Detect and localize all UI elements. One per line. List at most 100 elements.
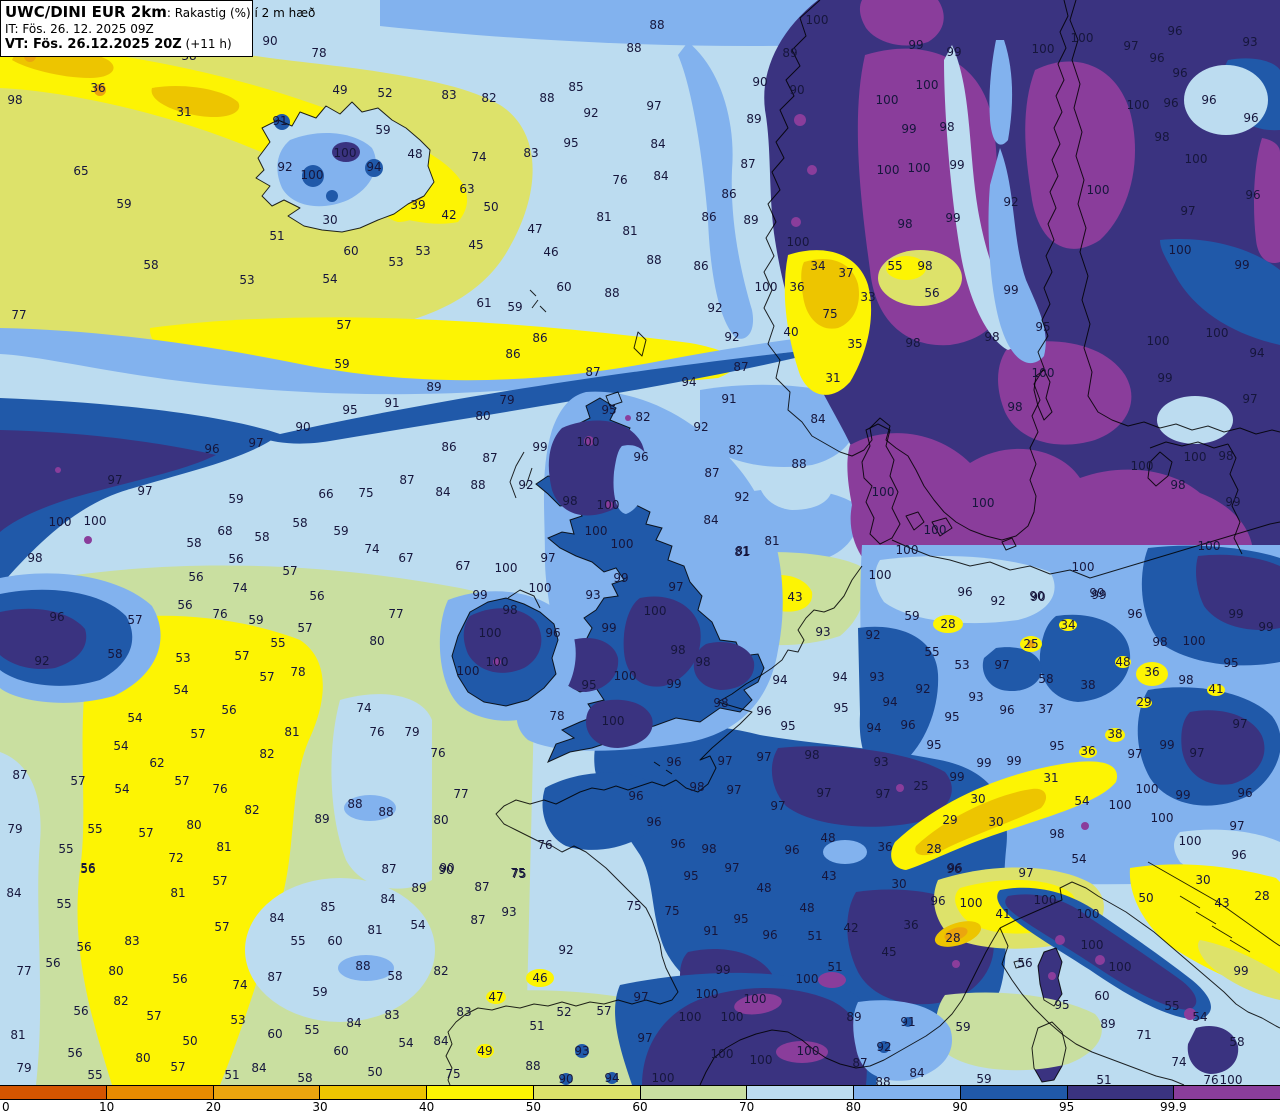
humidity-value-label: 89 [746, 112, 761, 126]
init-time: IT: Fös. 26. 12. 2025 09Z [5, 21, 154, 36]
humidity-value-label: 57 [282, 564, 297, 578]
humidity-value-label: 94 [772, 673, 787, 687]
humidity-value-label: 100 [652, 1071, 675, 1085]
humidity-value-label: 100 [877, 163, 900, 177]
humidity-value-label: 95 [780, 719, 795, 733]
humidity-value-label: 92 [277, 160, 292, 174]
humidity-value-label: 79 [404, 725, 419, 739]
humidity-value-label: 80 [433, 813, 448, 827]
humidity-value-label: 96 [1201, 93, 1216, 107]
humidity-value-label: 96 [1237, 786, 1252, 800]
humidity-value-label: 78 [549, 709, 564, 723]
parameter-name: : Rakastig (%) í 2 m hæð [166, 6, 316, 20]
humidity-value-label: 90 [438, 863, 453, 877]
humidity-value-label: 98 [897, 217, 912, 231]
humidity-value-label: 95 [1223, 656, 1238, 670]
humidity-value-label: 42 [441, 208, 456, 222]
humidity-value-label: 96 [946, 862, 961, 876]
humidity-value-label: 36 [90, 81, 105, 95]
humidity-value-label: 84 [650, 137, 665, 151]
humidity-value-label: 75 [511, 867, 526, 881]
humidity-value-label: 76 [212, 782, 227, 796]
humidity-value-label: 57 [336, 318, 351, 332]
humidity-value-label: 34 [810, 259, 825, 273]
humidity-value-label: 88 [791, 457, 806, 471]
colorbar-tick-label: 99.9 [1159, 1100, 1187, 1114]
humidity-value-label: 86 [693, 259, 708, 273]
humidity-value-label: 49 [477, 1044, 492, 1058]
humidity-value-label: 34 [1060, 618, 1075, 632]
humidity-value-label: 57 [259, 670, 274, 684]
humidity-value-label: 82 [113, 994, 128, 1008]
humidity-value-label: 100 [457, 664, 480, 678]
humidity-value-label: 58 [143, 258, 158, 272]
humidity-value-label: 100 [1109, 798, 1132, 812]
humidity-value-label: 92 [34, 654, 49, 668]
humidity-value-label: 94 [882, 695, 897, 709]
humidity-value-label: 87 [470, 913, 485, 927]
humidity-value-label: 97 [646, 99, 661, 113]
humidity-value-label: 100 [602, 714, 625, 728]
humidity-value-label: 97 [668, 580, 683, 594]
humidity-value-label: 100 [679, 1010, 702, 1024]
humidity-value-label: 96 [666, 755, 681, 769]
humidity-value-label: 93 [574, 1044, 589, 1058]
humidity-value-label: 78 [311, 46, 326, 60]
humidity-value-label: 53 [175, 651, 190, 665]
colorbar-segment [213, 1086, 321, 1099]
humidity-value-label: 74 [471, 150, 486, 164]
humidity-value-label: 100 [611, 537, 634, 551]
colorbar-tick-label: 10 [99, 1100, 115, 1114]
humidity-value-label: 54 [410, 918, 425, 932]
humidity-value-label: 99 [601, 621, 616, 635]
humidity-value-label: 84 [269, 911, 284, 925]
humidity-value-label: 81 [10, 1028, 25, 1042]
humidity-value-label: 96 [1243, 111, 1258, 125]
humidity-value-label: 98 [713, 696, 728, 710]
humidity-value-label: 51 [807, 929, 822, 943]
humidity-value-label: 100 [1032, 42, 1055, 56]
humidity-value-label: 86 [701, 210, 716, 224]
humidity-value-label: 100 [755, 280, 778, 294]
humidity-value-label: 94 [866, 721, 881, 735]
humidity-value-label: 49 [332, 83, 347, 97]
humidity-value-label: 92 [876, 1040, 891, 1054]
humidity-value-label: 59 [248, 613, 263, 627]
humidity-value-label: 98 [1152, 635, 1167, 649]
humidity-value-label: 62 [149, 756, 164, 770]
colorbar-tick-label: 60 [632, 1100, 648, 1114]
humidity-value-label: 100 [1127, 98, 1150, 112]
humidity-value-label: 58 [1038, 672, 1053, 686]
humidity-value-label: 95 [581, 678, 596, 692]
humidity-value-label: 87 [12, 768, 27, 782]
humidity-value-label: 53 [230, 1013, 245, 1027]
humidity-value-label: 91 [900, 1015, 915, 1029]
humidity-value-label: 99 [715, 963, 730, 977]
humidity-value-label: 48 [756, 881, 771, 895]
humidity-value-label: 57 [170, 1060, 185, 1074]
humidity-value-label: 51 [827, 960, 842, 974]
humidity-value-label: 95 [1054, 998, 1069, 1012]
humidity-value-label: 100 [696, 987, 719, 1001]
humidity-value-label: 100 [1109, 960, 1132, 974]
humidity-value-label: 60 [333, 1044, 348, 1058]
humidity-value-label: 60 [327, 934, 342, 948]
humidity-value-label: 58 [292, 516, 307, 530]
humidity-value-label: 80 [186, 818, 201, 832]
humidity-value-label: 55 [87, 822, 102, 836]
humidity-value-label: 46 [532, 971, 547, 985]
humidity-value-label: 95 [342, 403, 357, 417]
colorbar-tick-label: 40 [419, 1100, 435, 1114]
humidity-value-label: 80 [369, 634, 384, 648]
humidity-value-label: 77 [388, 607, 403, 621]
humidity-value-label: 88 [525, 1059, 540, 1073]
humidity-value-label: 92 [990, 594, 1005, 608]
humidity-value-label: 98 [7, 93, 22, 107]
humidity-value-label: 31 [825, 371, 840, 385]
humidity-value-label: 100 [1071, 31, 1094, 45]
humidity-value-label: 100 [84, 514, 107, 528]
humidity-value-label: 100 [479, 626, 502, 640]
humidity-value-label: 75 [358, 486, 373, 500]
humidity-value-label: 31 [176, 105, 191, 119]
humidity-value-label: 98 [1154, 130, 1169, 144]
